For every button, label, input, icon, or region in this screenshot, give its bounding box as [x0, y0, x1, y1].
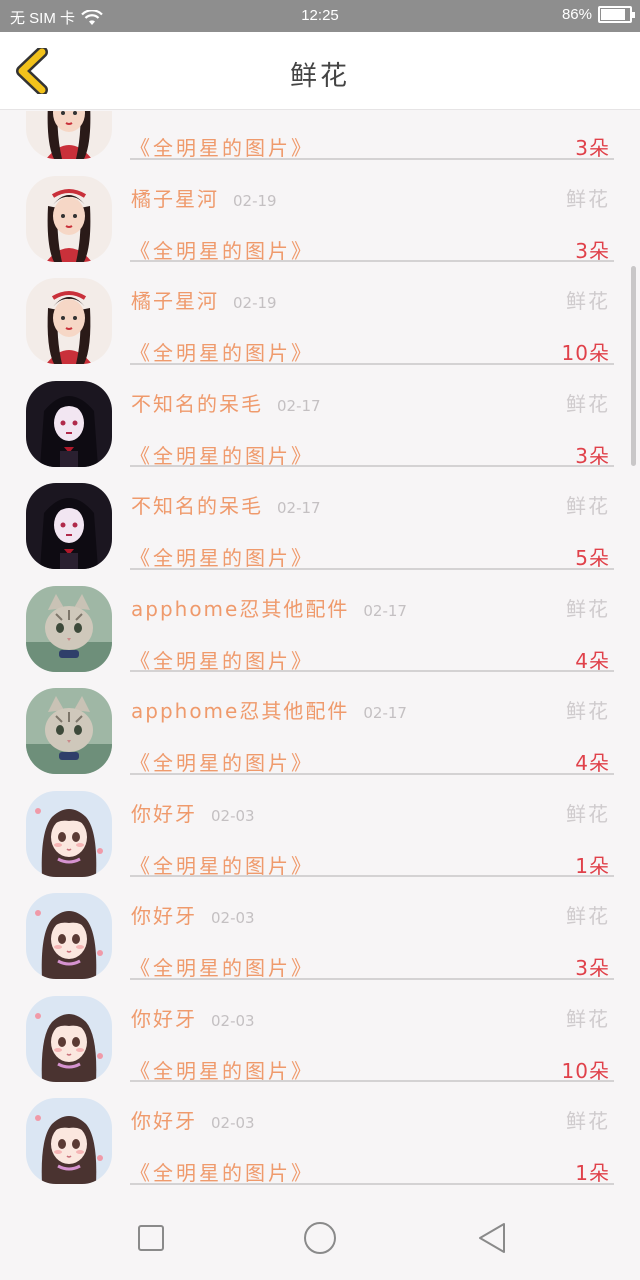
- sender-name: 你好牙: [131, 904, 197, 928]
- triangle-back-icon: [479, 1223, 505, 1253]
- avatar[interactable]: [26, 790, 112, 877]
- gift-date: 02-17: [363, 601, 407, 620]
- scrollbar[interactable]: [631, 266, 636, 466]
- avatar[interactable]: [26, 175, 112, 262]
- sender-name-line: 不知名的呆毛 02-17: [131, 490, 321, 519]
- list-item[interactable]: 橘子星河 02-19 鲜花 《全明星的图片》 3朵: [0, 158, 640, 263]
- list-item[interactable]: 你好牙 02-03 鲜花 《全明星的图片》 1朵: [0, 1080, 640, 1185]
- circle-icon: [304, 1222, 336, 1254]
- gift-type: 鲜花: [566, 801, 610, 826]
- list-item[interactable]: 不知名的呆毛 02-17 鲜花 《全明星的图片》 5朵: [0, 465, 640, 570]
- avatar[interactable]: [26, 585, 112, 672]
- list-item[interactable]: 橘子星河 02-19 鲜花 《全明星的图片》 10朵: [0, 260, 640, 365]
- sender-name: 橘子星河: [131, 186, 219, 211]
- sender-name: apphome忍其他配件: [131, 699, 350, 723]
- gift-type: 鲜花: [566, 596, 610, 621]
- gift-date: 02-03: [211, 1011, 255, 1030]
- gift-date: 02-19: [233, 191, 277, 210]
- avatar[interactable]: [26, 111, 112, 159]
- battery-fill: [601, 9, 626, 20]
- avatar[interactable]: [26, 483, 112, 569]
- list-item[interactable]: 可爱标出02-02鲜花: [0, 1183, 640, 1195]
- gift-record-list[interactable]: 橘子星河鲜花《全明星的图片》3朵橘子星河02-19鲜花《全明星的图片》3朵橘子星…: [0, 111, 640, 1194]
- avatar[interactable]: [26, 380, 112, 467]
- battery-icon: [598, 6, 635, 23]
- clock: 12:25: [301, 7, 339, 24]
- list-item[interactable]: 橘子星河鲜花《全明星的图片》3朵: [0, 111, 640, 160]
- gift-type: 鲜花: [566, 904, 610, 928]
- sender-name-line: 橘子星河 02-19: [131, 183, 277, 212]
- sender-name: 你好牙: [131, 801, 197, 826]
- gift-date: 02-17: [363, 704, 407, 722]
- sender-name-line: apphome忍其他配件 02-17: [131, 695, 407, 724]
- gift-type: 鲜花: [566, 1006, 610, 1031]
- gift-type: 鲜花: [566, 494, 610, 518]
- sender-name: 你好牙: [131, 1109, 197, 1133]
- gift-date: 02-17: [277, 396, 321, 415]
- avatar[interactable]: [26, 893, 112, 979]
- avatar[interactable]: [26, 995, 112, 1082]
- list-item[interactable]: 你好牙 02-03 鲜花 《全明星的图片》 10朵: [0, 978, 640, 1083]
- sender-name-line: 你好牙 02-03: [131, 1105, 255, 1134]
- sender-name-line: 你好牙 02-03: [131, 798, 255, 827]
- sender-name-line: 你好牙 02-03: [131, 900, 255, 929]
- status-right: 86%: [561, 6, 635, 23]
- gift-type: 鲜花: [566, 186, 610, 211]
- gift-date: 02-17: [277, 499, 321, 517]
- avatar[interactable]: [26, 278, 112, 364]
- nav-back-button[interactable]: [474, 1220, 510, 1256]
- gift-type: 鲜花: [566, 391, 610, 416]
- list-content: 橘子星河鲜花《全明星的图片》3朵橘子星河02-19鲜花《全明星的图片》3朵橘子星…: [0, 111, 640, 1194]
- sender-name: 你好牙: [131, 1006, 197, 1031]
- list-item[interactable]: apphome忍其他配件 02-17 鲜花 《全明星的图片》 4朵: [0, 568, 640, 673]
- sender-name: 橘子星河: [131, 289, 219, 313]
- sender-name-line: 橘子星河 02-19: [131, 285, 277, 314]
- gift-date: 02-03: [211, 909, 255, 927]
- sender-name-line: 不知名的呆毛 02-17: [131, 388, 321, 417]
- gift-date: 02-03: [211, 1114, 255, 1132]
- gift-date: 02-19: [233, 294, 277, 312]
- battery-percent: 86%: [561, 6, 592, 23]
- gift-type: 鲜花: [566, 1109, 610, 1133]
- sender-name-line: 你好牙 02-03: [131, 1003, 255, 1032]
- gift-date: 02-03: [211, 806, 255, 825]
- sender-name: 不知名的呆毛: [131, 494, 263, 518]
- list-item[interactable]: 你好牙 02-03 鲜花 《全明星的图片》 1朵: [0, 773, 640, 878]
- list-item[interactable]: apphome忍其他配件 02-17 鲜花 《全明星的图片》 4朵: [0, 670, 640, 775]
- gift-type: 鲜花: [566, 699, 610, 723]
- header: 鲜花: [0, 32, 640, 110]
- gift-type: 鲜花: [566, 289, 610, 313]
- list-item[interactable]: 不知名的呆毛 02-17 鲜花 《全明星的图片》 3朵: [0, 363, 640, 468]
- recent-apps-button[interactable]: [133, 1220, 169, 1256]
- sender-name-line: apphome忍其他配件 02-17: [131, 593, 407, 622]
- status-bar: 无 SIM 卡 12:25 86%: [0, 0, 640, 32]
- sender-name: 不知名的呆毛: [131, 391, 263, 416]
- avatar[interactable]: [26, 688, 112, 774]
- list-item[interactable]: 你好牙 02-03 鲜花 《全明星的图片》 3朵: [0, 875, 640, 980]
- page-title: 鲜花: [290, 61, 350, 92]
- avatar[interactable]: [26, 1098, 112, 1184]
- sender-name: apphome忍其他配件: [131, 596, 350, 621]
- home-button[interactable]: [302, 1220, 338, 1256]
- square-icon: [138, 1225, 164, 1251]
- system-nav-bar: [0, 1194, 640, 1280]
